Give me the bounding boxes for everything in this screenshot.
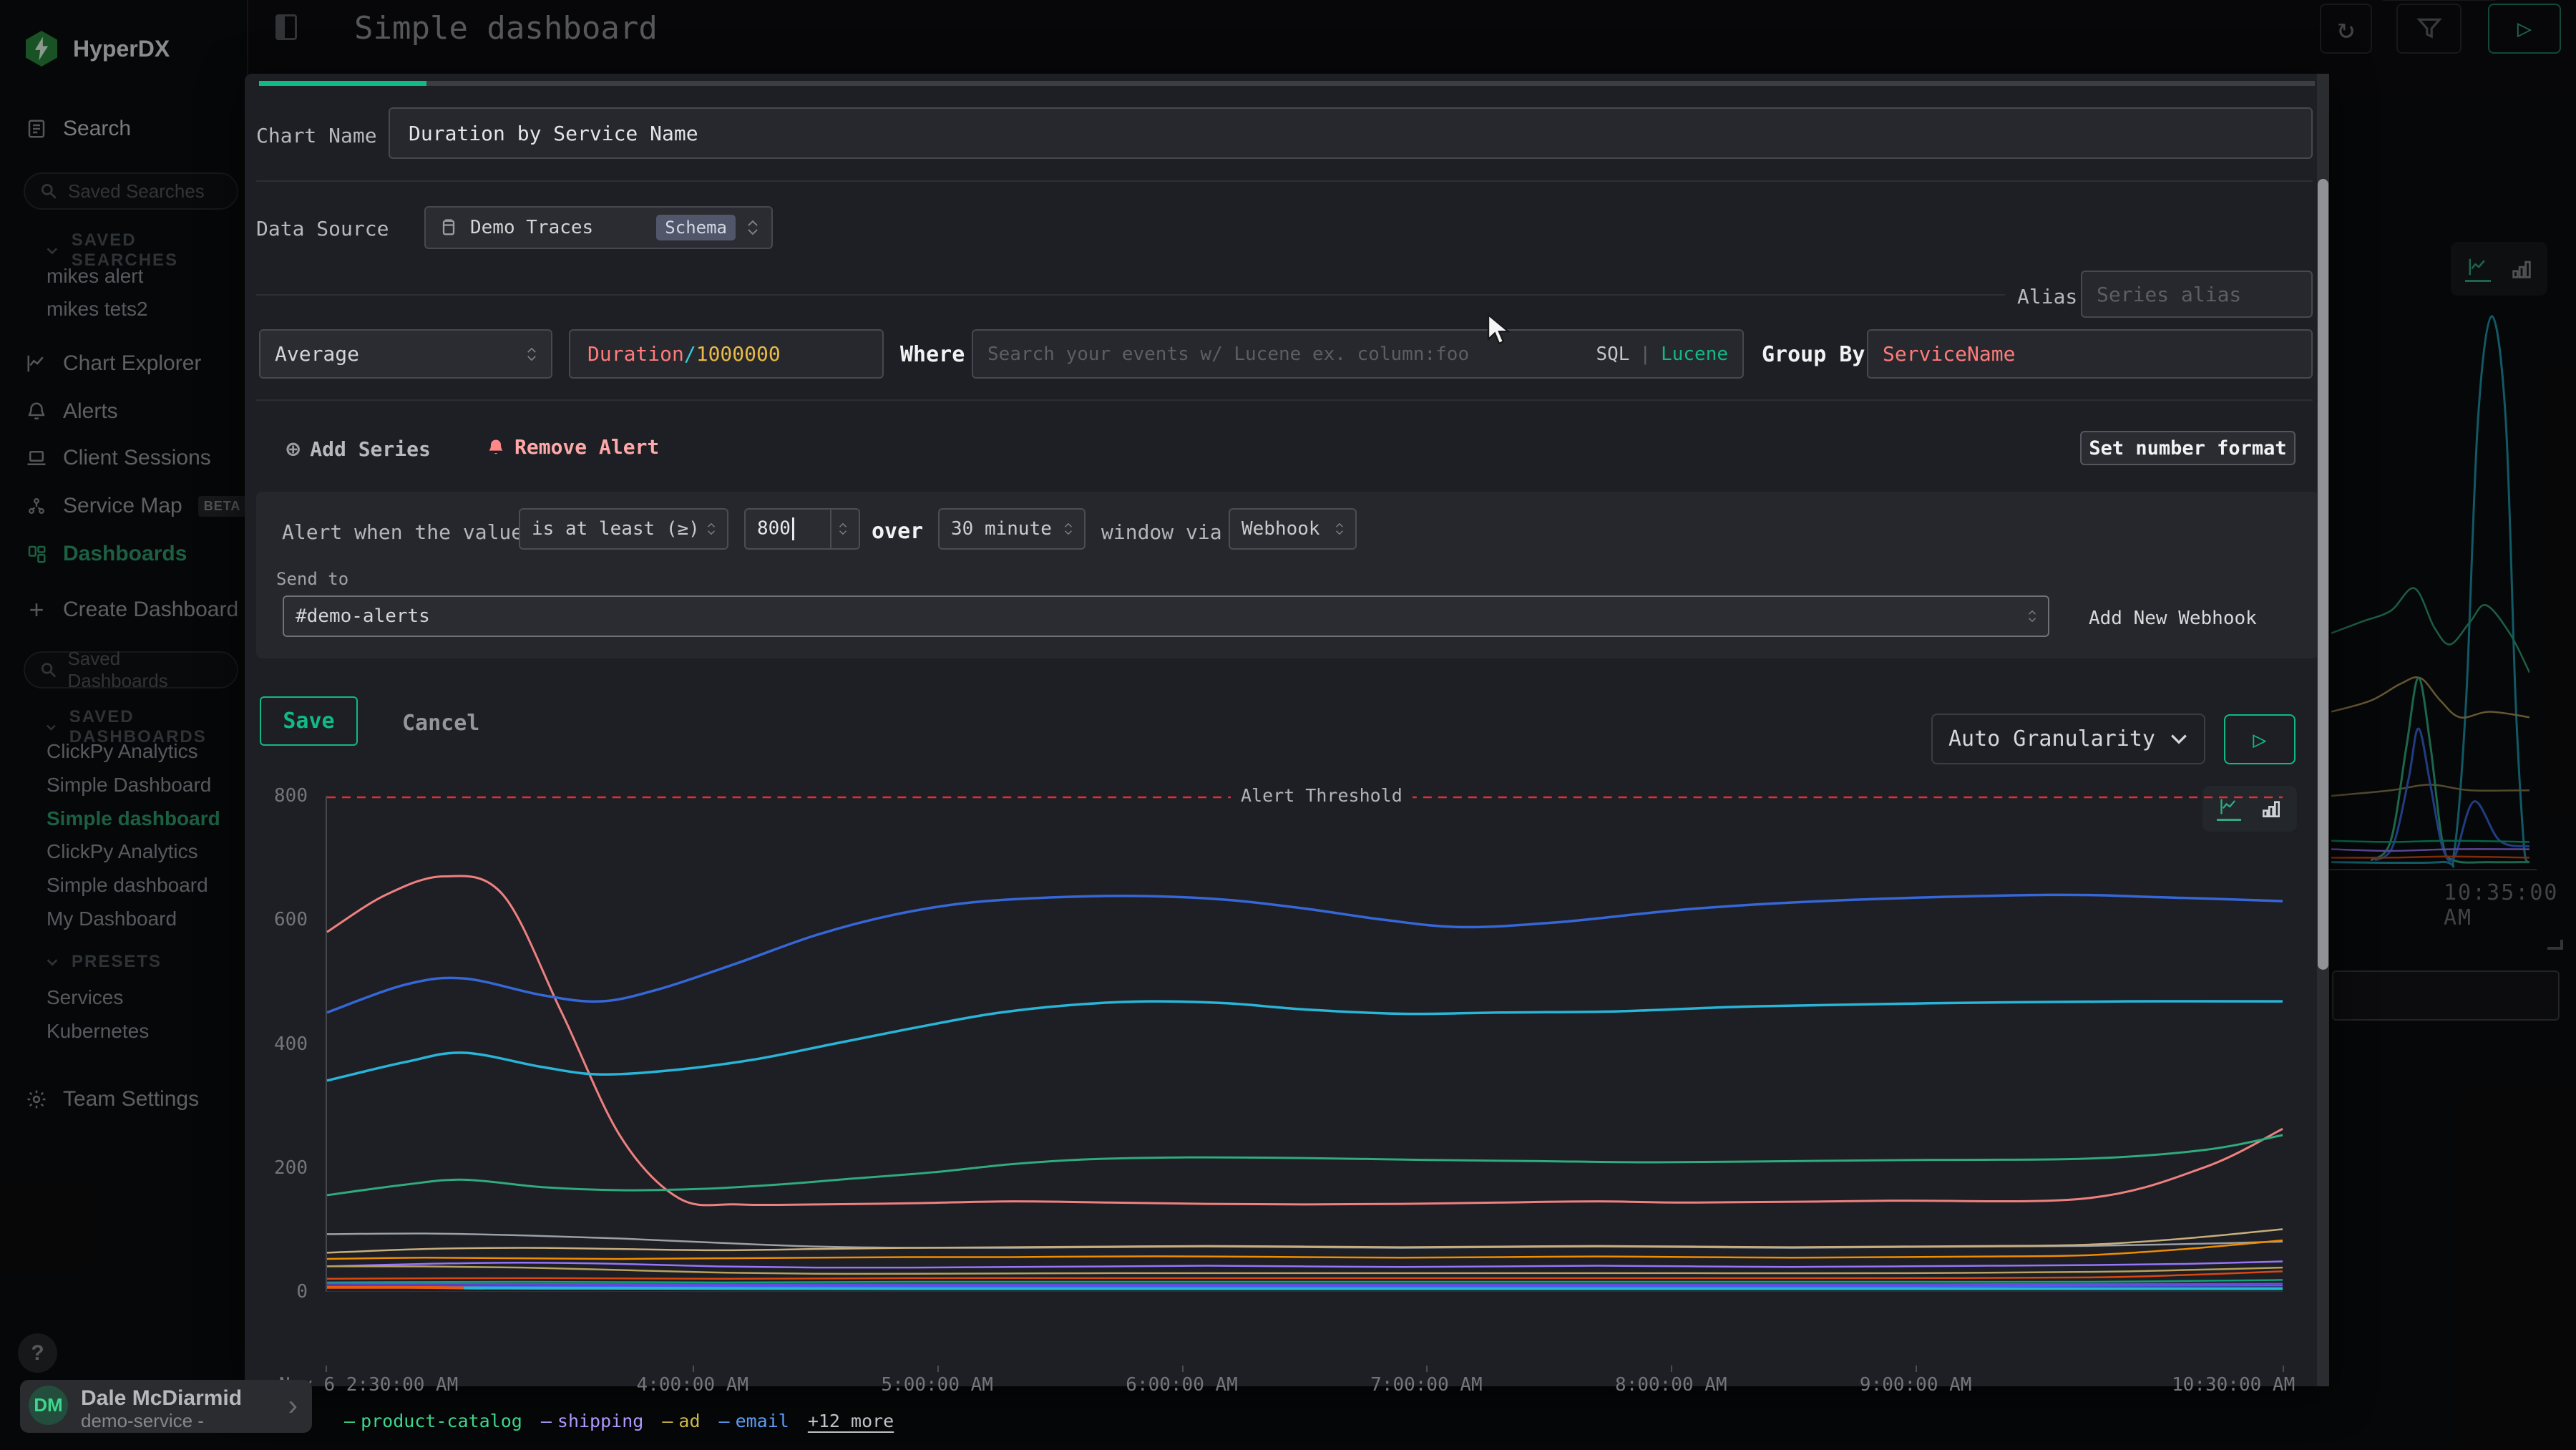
x-axis: Nov 6 2:30:00 AM4:00:00 AM5:00:00 AM6:00… xyxy=(326,1366,2283,1398)
alert-threshold-input[interactable]: 800 xyxy=(744,508,860,550)
alias-placeholder: Series alias xyxy=(2097,283,2241,306)
alias-input[interactable]: Series alias xyxy=(2081,271,2313,318)
alert-via-label: window via xyxy=(1101,520,1222,544)
divider xyxy=(256,180,2313,182)
divider xyxy=(256,294,2005,296)
chart-legend[interactable]: —product-catalog—shipping—ad—email+12 mo… xyxy=(344,1411,894,1431)
send-to-select[interactable]: #demo-alerts xyxy=(283,595,2049,637)
main-chart xyxy=(327,796,2283,1291)
alert-window-select[interactable]: 30 minute xyxy=(938,508,1085,550)
save-button[interactable]: Save xyxy=(260,696,358,746)
remove-alert-button[interactable]: Remove Alert xyxy=(486,435,659,459)
alert-channel-select[interactable]: Webhook xyxy=(1229,508,1357,550)
chart-plot-area xyxy=(326,796,2283,1292)
edit-chart-modal: Chart Name Duration by Service Name Data… xyxy=(245,74,2329,1386)
pipe-divider: | xyxy=(1639,344,1651,365)
aggregation-value: Average xyxy=(275,342,359,366)
data-source-value: Demo Traces xyxy=(470,217,593,238)
group-by-input[interactable]: ServiceName xyxy=(1867,329,2313,379)
alert-over-label: over xyxy=(872,519,923,544)
alert-condition-select[interactable]: is at least (≥) xyxy=(519,508,728,550)
lucene-mode-toggle[interactable]: Lucene xyxy=(1661,344,1728,365)
select-updown-icon xyxy=(2028,610,2036,623)
modal-top-bar xyxy=(259,81,2315,86)
user-card[interactable]: DM Dale McDiarmid demo-service - › xyxy=(20,1380,312,1433)
chart-name-value: Duration by Service Name xyxy=(409,122,698,145)
text-caret xyxy=(792,517,794,540)
sql-mode-toggle[interactable]: SQL xyxy=(1596,344,1629,365)
cancel-button[interactable]: Cancel xyxy=(402,711,479,736)
select-updown-icon xyxy=(1064,522,1073,535)
where-label: Where xyxy=(900,342,965,367)
alias-label: Alias xyxy=(2017,285,2077,308)
send-to-label: Send to xyxy=(276,569,348,589)
chart-name-input[interactable]: Duration by Service Name xyxy=(389,107,2313,159)
alert-config-panel: Alert when the value is at least (≥) 800… xyxy=(256,492,2318,658)
add-series-button[interactable]: ⊕ Add Series xyxy=(286,435,431,462)
set-number-format-button[interactable]: Set number format xyxy=(2080,431,2296,465)
schema-badge: Schema xyxy=(656,215,736,240)
select-updown-icon xyxy=(747,220,758,235)
group-by-label: Group By xyxy=(1762,342,1865,367)
where-placeholder: Search your events w/ Lucene ex. column:… xyxy=(987,344,1469,365)
chevron-down-icon xyxy=(2170,733,2188,746)
select-updown-icon xyxy=(1335,522,1344,535)
scrollbar-track[interactable] xyxy=(2317,74,2329,1386)
chevron-right-icon: › xyxy=(288,1390,298,1422)
expression-value: 1000000 xyxy=(696,342,781,366)
expression-op: / xyxy=(684,342,696,366)
granularity-select[interactable]: Auto Granularity xyxy=(1931,714,2205,764)
modal-top-bar-active xyxy=(259,81,426,86)
divider xyxy=(256,399,2313,401)
select-updown-icon xyxy=(527,347,537,361)
user-name: Dale McDiarmid xyxy=(81,1386,242,1411)
mouse-cursor xyxy=(1487,313,1516,346)
data-source-select[interactable]: Demo Traces Schema xyxy=(424,206,773,249)
database-icon xyxy=(439,218,459,238)
alert-threshold-label: Alert Threshold xyxy=(1231,785,1413,806)
run-chart-button[interactable]: ▷ xyxy=(2224,714,2296,764)
alert-prefix: Alert when the value xyxy=(282,520,523,544)
number-stepper[interactable] xyxy=(830,510,847,548)
expression-input[interactable]: Duration/1000000 xyxy=(569,329,884,379)
avatar: DM xyxy=(29,1386,68,1425)
add-webhook-button[interactable]: Add New Webhook xyxy=(2089,608,2257,629)
group-by-value: ServiceName xyxy=(1883,342,2015,366)
data-source-label: Data Source xyxy=(256,217,389,240)
bell-filled-icon xyxy=(486,437,506,457)
expression-field: Duration xyxy=(587,342,684,366)
scrollbar-thumb[interactable] xyxy=(2318,179,2328,970)
aggregation-select[interactable]: Average xyxy=(259,329,552,379)
select-updown-icon xyxy=(707,522,716,535)
where-input[interactable]: Search your events w/ Lucene ex. column:… xyxy=(972,329,1744,379)
chart-name-label: Chart Name xyxy=(256,124,377,147)
plus-circle-icon: ⊕ xyxy=(286,435,300,462)
y-axis: 8006004002000 xyxy=(266,796,318,1292)
user-subtitle: demo-service - xyxy=(81,1410,204,1432)
